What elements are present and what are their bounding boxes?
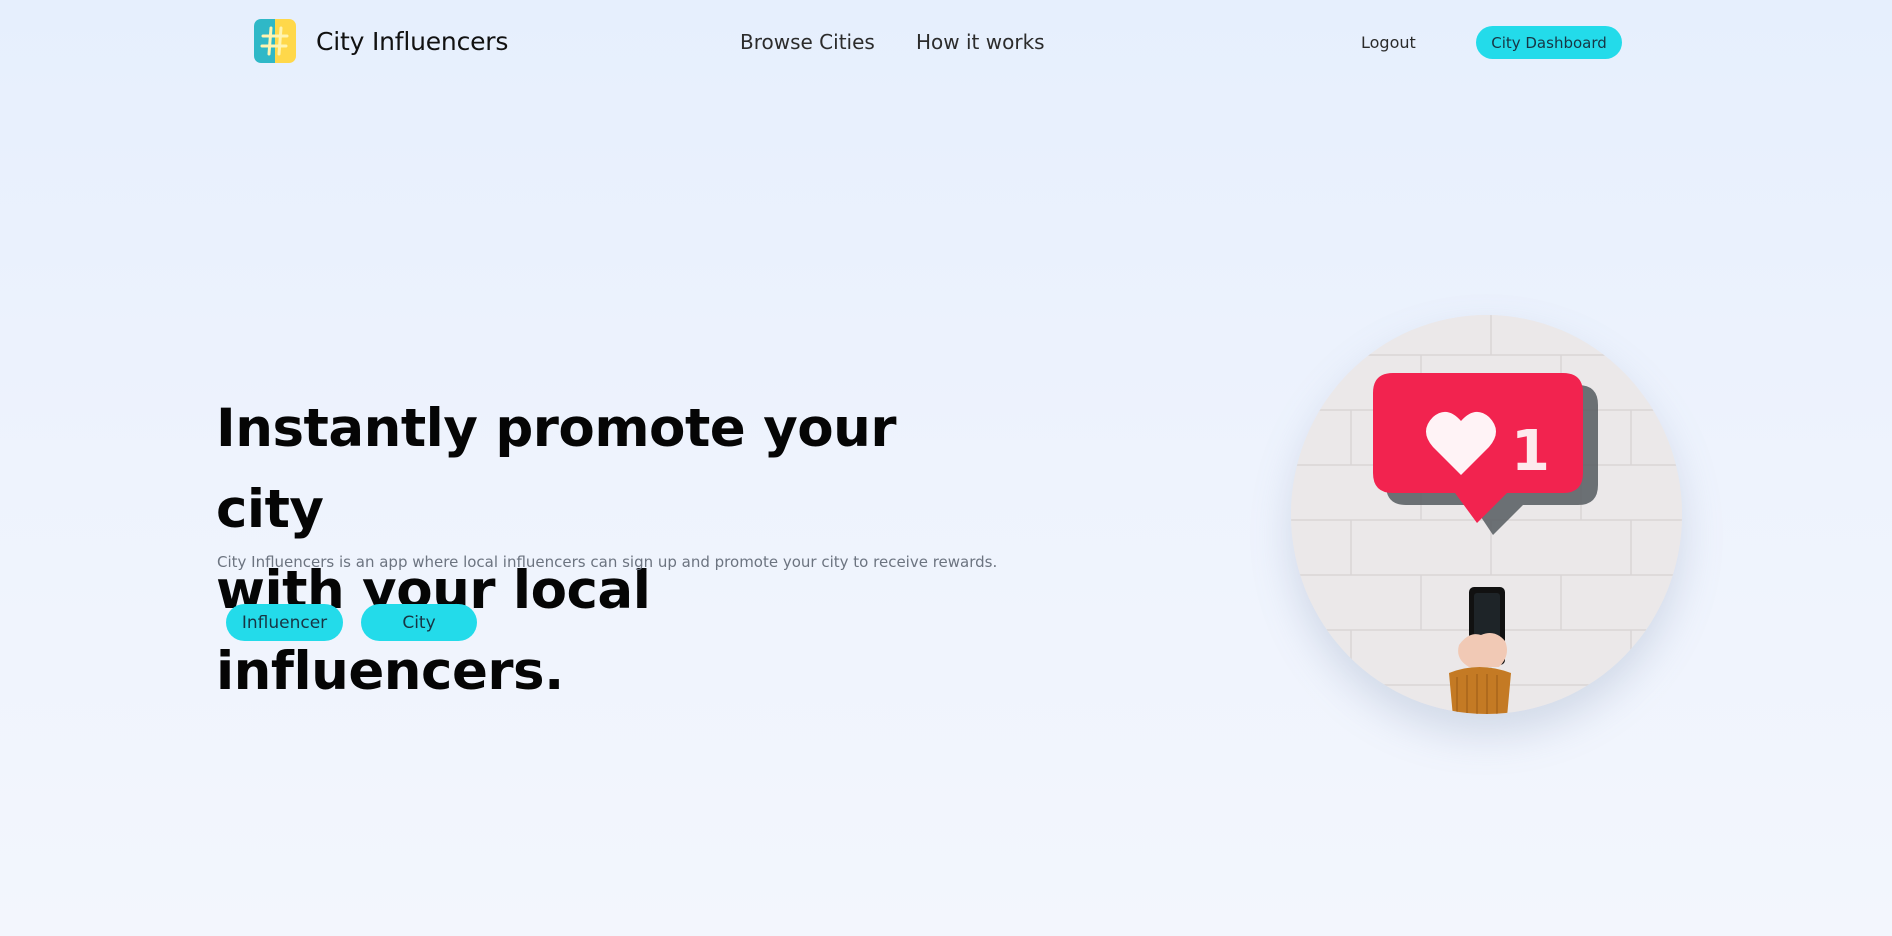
city-button[interactable]: City (361, 604, 477, 641)
hero-subtitle: City Influencers is an app where local i… (217, 553, 998, 571)
hero-title-line1: Instantly promote your city (216, 398, 897, 540)
sleeve (1449, 667, 1511, 714)
nav-browse-cities[interactable]: Browse Cities (740, 30, 875, 54)
hashtag-icon (254, 19, 296, 63)
logout-link[interactable]: Logout (1361, 33, 1416, 52)
hero-image: 1 (1291, 315, 1682, 714)
hero-title: Instantly promote your city with your lo… (216, 388, 1016, 712)
city-dashboard-button[interactable]: City Dashboard (1476, 26, 1622, 59)
brand-name: City Influencers (316, 26, 509, 56)
like-count: 1 (1511, 419, 1550, 484)
brand-link[interactable]: City Influencers (254, 19, 508, 63)
influencer-button[interactable]: Influencer (226, 604, 343, 641)
nav-how-it-works[interactable]: How it works (916, 30, 1045, 54)
